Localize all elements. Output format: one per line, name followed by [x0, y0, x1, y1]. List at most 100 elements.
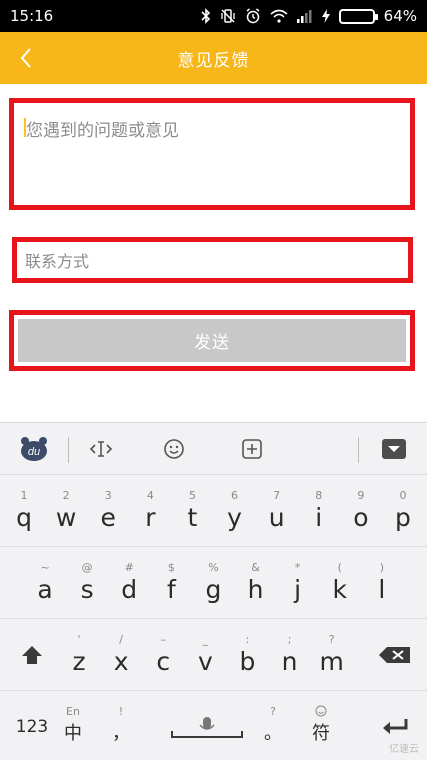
key-b[interactable]: :b	[226, 619, 268, 691]
key-k[interactable]: (k	[319, 547, 361, 619]
key-m[interactable]: ? m	[311, 619, 353, 691]
key-x[interactable]: / x	[100, 619, 142, 691]
cursor-move-icon[interactable]	[84, 423, 118, 475]
key-a-secondary: ~	[40, 561, 50, 574]
backspace-key[interactable]	[363, 619, 427, 691]
key-f-label: f	[166, 575, 176, 604]
feedback-textarea[interactable]: 您遇到的问题或意见	[9, 98, 415, 210]
comma-key[interactable]: ! ，	[98, 691, 144, 760]
period-key[interactable]: ? 。	[250, 691, 296, 760]
language-key-sub: En	[66, 705, 80, 718]
key-d[interactable]: # d	[108, 547, 150, 619]
du-logo-icon[interactable]: du	[14, 423, 54, 475]
keyboard-row-2: ~ a @ s # d $ f% g & h * j(k) l	[0, 547, 427, 619]
emoji-icon[interactable]	[156, 423, 192, 475]
key-p-secondary: 0	[399, 489, 407, 502]
key-o[interactable]: 9o	[340, 475, 382, 547]
key-s-secondary: @	[81, 561, 93, 574]
key-w[interactable]: 2w	[45, 475, 87, 547]
key-g-secondary: %	[208, 561, 219, 574]
key-p[interactable]: 0p	[382, 475, 424, 547]
key-u-secondary: 7	[273, 489, 281, 502]
key-l[interactable]: ) l	[361, 547, 403, 619]
key-y-label: y	[227, 503, 242, 532]
charging-icon	[321, 9, 330, 23]
vibrate-off-icon	[220, 8, 236, 24]
key-i[interactable]: 8i	[298, 475, 340, 547]
toolbar-divider	[358, 437, 359, 463]
enter-icon	[383, 719, 408, 734]
key-x-label: x	[113, 647, 129, 676]
add-box-icon[interactable]	[234, 423, 270, 475]
key-g-label: g	[205, 575, 222, 604]
key-t[interactable]: 5t	[171, 475, 213, 547]
key-h[interactable]: & h	[235, 547, 277, 619]
key-e[interactable]: 3e	[87, 475, 129, 547]
status-bar: 15:16 64%	[0, 0, 427, 32]
feedback-placeholder-text: 您遇到的问题或意见	[26, 121, 179, 141]
period-key-label: 。	[264, 723, 282, 744]
smile-icon	[315, 705, 327, 719]
key-q[interactable]: 1q	[3, 475, 45, 547]
chevron-left-icon	[20, 48, 31, 68]
key-t-secondary: 5	[188, 489, 196, 502]
language-key-label: 中	[64, 723, 82, 744]
key-u[interactable]: 7u	[256, 475, 298, 547]
space-key[interactable]	[148, 691, 266, 760]
symbols-key-label: 符	[312, 723, 330, 744]
key-r-secondary: 4	[146, 489, 154, 502]
symbols-key[interactable]: 符	[298, 691, 344, 760]
language-key[interactable]: En 中	[50, 691, 96, 760]
key-p-label: p	[395, 503, 411, 532]
key-r-label: r	[145, 503, 156, 532]
key-c[interactable]: – c	[142, 619, 184, 691]
key-k-secondary: (	[337, 561, 342, 574]
page-title: 意见反馈	[177, 50, 250, 71]
key-z[interactable]: ' z	[58, 619, 100, 691]
shift-icon	[22, 646, 42, 664]
send-button[interactable]: 发送	[18, 319, 406, 362]
alarm-icon	[245, 8, 261, 24]
key-x-secondary: /	[119, 633, 123, 646]
key-h-label: h	[247, 575, 264, 604]
key-e-label: e	[100, 503, 116, 532]
key-n[interactable]: ; n	[269, 619, 311, 691]
key-i-secondary: 8	[315, 489, 323, 502]
comma-key-sub: !	[118, 705, 124, 718]
key-s[interactable]: @ s	[66, 547, 108, 619]
key-g[interactable]: % g	[192, 547, 234, 619]
key-o-label: o	[353, 503, 369, 532]
key-o-secondary: 9	[357, 489, 365, 502]
comma-key-label: ，	[112, 723, 130, 744]
key-v-label: v	[197, 647, 213, 676]
key-w-secondary: 2	[62, 489, 70, 502]
key-c-secondary: –	[160, 633, 166, 646]
key-y[interactable]: 6y	[214, 475, 256, 547]
key-f-secondary: $	[167, 561, 175, 574]
soft-keyboard: du 1q2w3e4r5t6y7u8i9o0p ~ a @ s # d $ f% g & h * j(k…	[0, 422, 427, 760]
battery-icon	[338, 8, 378, 24]
key-m-secondary: ?	[328, 633, 335, 646]
key-j-secondary: *	[294, 561, 301, 574]
period-key-sub: ?	[270, 705, 276, 718]
feedback-placeholder: 您遇到的问题或意见	[24, 116, 398, 141]
contact-placeholder: 联系方式	[25, 252, 90, 271]
key-a[interactable]: ~ a	[24, 547, 66, 619]
contact-field[interactable]: 联系方式	[12, 237, 413, 283]
hide-keyboard-icon[interactable]	[376, 423, 412, 475]
key-h-secondary: &	[251, 561, 260, 574]
key-l-secondary: )	[379, 561, 384, 574]
key-a-label: a	[37, 575, 53, 604]
shift-key[interactable]	[0, 619, 64, 691]
key-d-label: d	[121, 575, 138, 604]
key-f[interactable]: $ f	[150, 547, 192, 619]
keyboard-toolbar: du	[0, 423, 427, 475]
key-v[interactable]: _ v	[184, 619, 226, 691]
back-button[interactable]	[6, 38, 46, 78]
key-q-label: q	[16, 503, 32, 532]
numbers-key-label: 123	[15, 717, 49, 737]
key-n-secondary: ;	[287, 633, 292, 646]
key-d-secondary: #	[124, 561, 134, 574]
key-r[interactable]: 4r	[129, 475, 171, 547]
key-j[interactable]: * j	[277, 547, 319, 619]
